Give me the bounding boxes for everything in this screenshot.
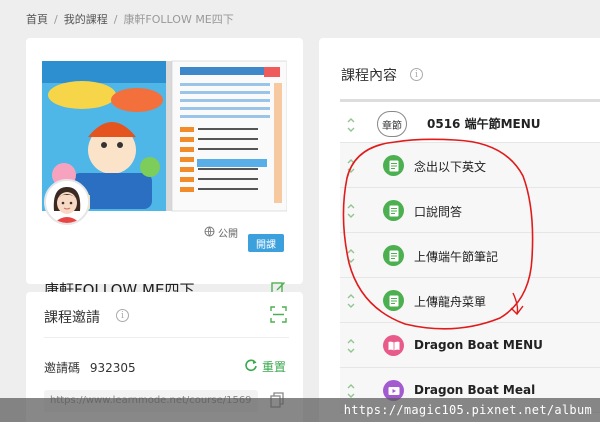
- invite-title: 課程邀請: [44, 310, 100, 326]
- chapter-row[interactable]: 章節 0516 端午節MENU: [340, 99, 600, 143]
- drag-handle-icon[interactable]: [346, 117, 356, 133]
- course-card: 公開 開課 康軒FOLLOW ME四下: [26, 38, 303, 299]
- list-item[interactable]: 上傳龍舟菜單: [340, 278, 600, 323]
- drag-handle-icon[interactable]: [346, 383, 356, 399]
- item-label: 上傳龍舟菜單: [414, 295, 487, 309]
- open-class-button[interactable]: 開課: [248, 234, 284, 252]
- list-item[interactable]: Dragon Boat MENU: [340, 323, 600, 368]
- avatar-illustration: [46, 181, 88, 223]
- content-list: 章節 0516 端午節MENU 念出以下英文 口說問答 上傳端午節筆記 上傳龍舟…: [340, 99, 600, 413]
- globe-icon: [204, 226, 215, 240]
- reset-label: 重置: [262, 360, 287, 374]
- divider: [44, 337, 289, 338]
- drag-handle-icon[interactable]: [346, 248, 356, 264]
- scan-icon[interactable]: [270, 306, 287, 323]
- item-label: 念出以下英文: [414, 160, 487, 174]
- item-label: Dragon Boat MENU: [414, 338, 543, 352]
- breadcrumb-separator: /: [113, 12, 118, 26]
- content-title: 課程內容: [341, 68, 397, 84]
- teacher-avatar[interactable]: [44, 179, 90, 225]
- list-item[interactable]: 上傳端午節筆記: [340, 233, 600, 278]
- reset-button[interactable]: 重置: [244, 358, 286, 375]
- info-icon[interactable]: i: [410, 68, 423, 81]
- item-label: Dragon Boat Meal: [414, 383, 536, 397]
- book-icon: [383, 335, 404, 356]
- chapter-label: 0516 端午節MENU: [427, 117, 541, 131]
- invite-code-value: 932305: [89, 361, 136, 375]
- visibility-label: 公開: [218, 229, 238, 240]
- refresh-icon: [244, 358, 258, 375]
- list-item[interactable]: 口說問答: [340, 188, 600, 233]
- document-icon: [383, 245, 404, 266]
- drag-handle-icon[interactable]: [346, 293, 356, 309]
- breadcrumb-home[interactable]: 首頁: [26, 11, 48, 27]
- document-icon: [383, 155, 404, 176]
- list-item[interactable]: 念出以下英文: [340, 143, 600, 188]
- drag-handle-icon[interactable]: [346, 158, 356, 174]
- drag-handle-icon[interactable]: [346, 203, 356, 219]
- breadcrumb-separator: /: [54, 12, 58, 26]
- breadcrumb: 首頁 / 我的課程 / 康軒FOLLOW ME四下: [26, 11, 234, 27]
- document-icon: [383, 290, 404, 311]
- watermark-bar: https://magic105.pixnet.net/album: [0, 398, 600, 422]
- document-icon: [383, 200, 404, 221]
- visibility-status: 公開: [204, 225, 238, 240]
- invite-code-row: 邀請碼 932305: [44, 359, 136, 376]
- drag-handle-icon[interactable]: [346, 338, 356, 354]
- invite-code-label: 邀請碼: [44, 361, 81, 375]
- breadcrumb-current: 康軒FOLLOW ME四下: [123, 13, 234, 26]
- breadcrumb-my-courses[interactable]: 我的課程: [64, 11, 108, 27]
- info-icon[interactable]: i: [116, 309, 129, 322]
- item-label: 口說問答: [414, 205, 463, 219]
- chapter-badge: 章節: [377, 111, 407, 137]
- item-label: 上傳端午節筆記: [414, 250, 499, 264]
- content-card: 課程內容 i 章節 0516 端午節MENU 念出以下英文 口說問答 上傳端午節…: [319, 38, 600, 422]
